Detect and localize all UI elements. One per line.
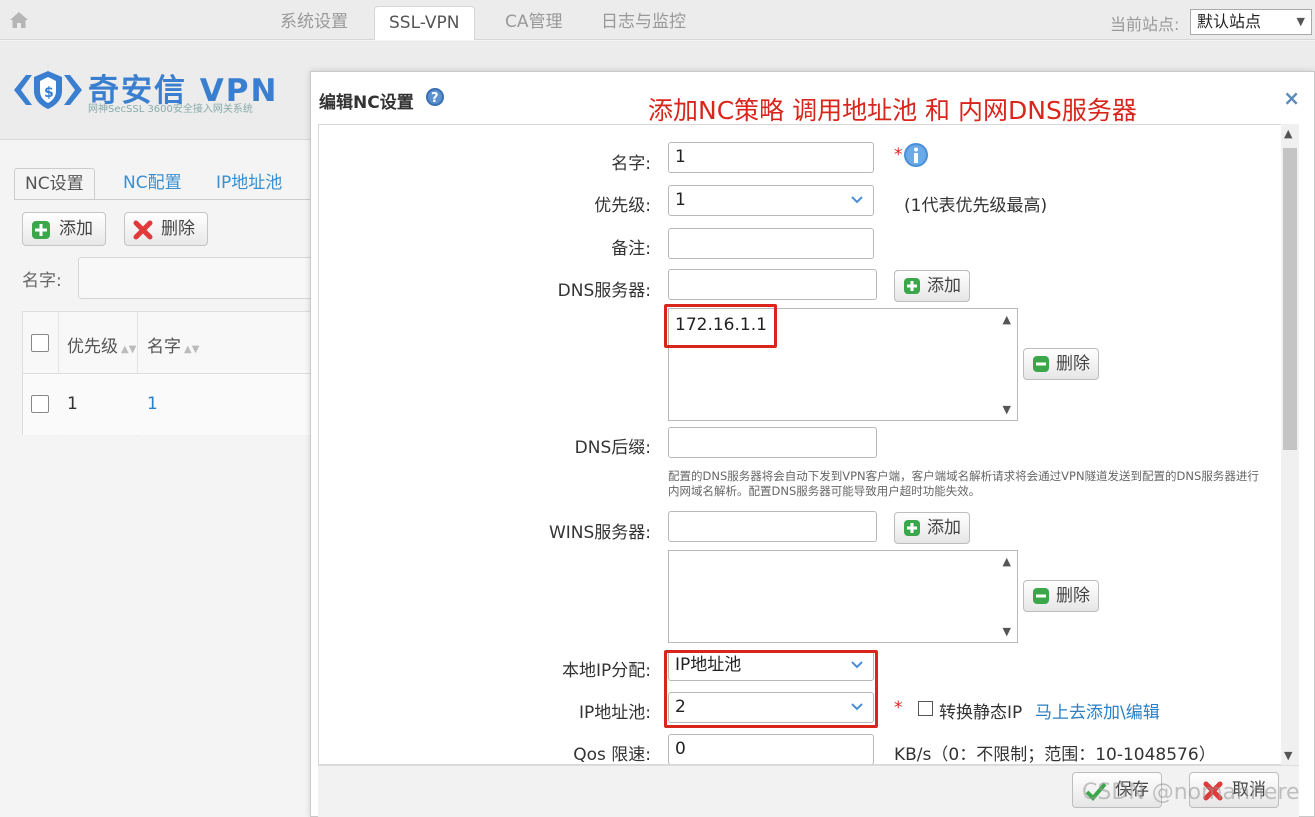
column-priority-label: 优先级 bbox=[67, 337, 118, 357]
tab-nc-config[interactable]: NC配置 bbox=[113, 168, 192, 200]
qos-note: KB/s（0：不限制；范围：10-1048576） bbox=[894, 745, 1216, 765]
tab-system-settings[interactable]: 系统设置 bbox=[266, 6, 362, 40]
required-star: * bbox=[894, 145, 903, 165]
dns-add-button[interactable]: 添加 bbox=[894, 270, 970, 302]
remark-input[interactable] bbox=[668, 228, 874, 259]
sort-icon: ▲▼ bbox=[121, 344, 137, 355]
priority-select-value: 1 bbox=[675, 190, 686, 210]
chevron-down-icon bbox=[851, 196, 863, 204]
edit-nc-dialog: 编辑NC设置 ? 添加NC策略 调用地址池 和 内网DNS服务器 × 名字: 1… bbox=[310, 71, 1315, 817]
wins-server-input[interactable] bbox=[668, 511, 877, 542]
dns-delete-button[interactable]: 删除 bbox=[1023, 348, 1099, 380]
row-checkbox[interactable] bbox=[31, 395, 49, 413]
ip-pool-label: IP地址池: bbox=[579, 703, 651, 723]
scroll-down-icon[interactable]: ▼ bbox=[1003, 625, 1011, 638]
quick-add-link[interactable]: 马上去添加\编辑 bbox=[1035, 698, 1160, 723]
red-annotation: 添加NC策略 调用地址池 和 内网DNS服务器 bbox=[648, 96, 1137, 125]
dialog-scrollbar[interactable]: ▲ ▼ bbox=[1281, 124, 1299, 765]
scroll-up-icon[interactable]: ▲ bbox=[1003, 313, 1011, 326]
wins-delete-button[interactable]: 删除 bbox=[1023, 580, 1099, 612]
priority-select[interactable]: 1 bbox=[668, 185, 874, 216]
minus-icon bbox=[1033, 356, 1049, 372]
dns-suffix-input[interactable] bbox=[668, 427, 877, 458]
wins-delete-label: 删除 bbox=[1056, 586, 1090, 606]
plus-icon bbox=[904, 278, 920, 294]
qos-input[interactable]: 0 bbox=[668, 734, 874, 764]
tab-ssl-vpn[interactable]: SSL-VPN bbox=[374, 6, 475, 40]
delete-button-label: 删除 bbox=[161, 219, 195, 239]
svg-text:?: ? bbox=[431, 91, 439, 106]
nc-table: 优先级 ▲▼ 名字 ▲▼ 1 1 bbox=[22, 311, 314, 436]
name-filter-label: 名字: bbox=[22, 271, 62, 291]
remark-label: 备注: bbox=[611, 239, 651, 259]
scroll-down-icon[interactable]: ▼ bbox=[1284, 749, 1292, 762]
chevron-down-icon: ▼ bbox=[1296, 15, 1305, 28]
scroll-thumb[interactable] bbox=[1283, 148, 1297, 450]
minus-icon bbox=[1033, 588, 1049, 604]
dns-add-label: 添加 bbox=[927, 276, 961, 296]
svg-text:$: $ bbox=[44, 85, 54, 101]
wins-add-label: 添加 bbox=[927, 518, 961, 538]
dns-suffix-label: DNS后缀: bbox=[574, 438, 651, 458]
row-name-link[interactable]: 1 bbox=[147, 394, 158, 414]
dns-server-label: DNS服务器: bbox=[557, 281, 651, 301]
add-button-label: 添加 bbox=[59, 219, 93, 239]
watermark: CSDN @nomanhere bbox=[1082, 780, 1300, 805]
top-nav: 系统设置 SSL-VPN CA管理 日志与监控 当前站点: 默认站点 ▼ bbox=[0, 0, 1315, 40]
logo-shield-icon: $ bbox=[14, 71, 82, 109]
scroll-down-icon[interactable]: ▼ bbox=[1003, 403, 1011, 416]
name-input[interactable]: 1 bbox=[668, 142, 874, 173]
plus-icon bbox=[904, 520, 920, 536]
static-ip-checkbox[interactable] bbox=[918, 701, 933, 716]
home-icon[interactable] bbox=[9, 11, 29, 29]
dialog-body: 名字: 1 * 优先级: 1 (1代表优先级最高) 备注: DNS服务器: 添加… bbox=[318, 124, 1293, 765]
delete-button[interactable]: 删除 bbox=[124, 212, 208, 246]
static-ip-label: 转换静态IP bbox=[939, 703, 1023, 723]
site-select[interactable]: 默认站点 ▼ bbox=[1190, 9, 1312, 35]
tab-divider bbox=[14, 199, 314, 200]
help-icon[interactable]: ? bbox=[425, 87, 445, 107]
wins-add-button[interactable]: 添加 bbox=[894, 512, 970, 544]
priority-label: 优先级: bbox=[594, 196, 651, 216]
table-header: 优先级 ▲▼ 名字 ▲▼ bbox=[23, 312, 313, 374]
plus-icon bbox=[32, 221, 50, 239]
dialog-title: 编辑NC设置 bbox=[319, 93, 414, 113]
site-select-value: 默认站点 bbox=[1197, 12, 1262, 31]
highlight-box-ip bbox=[664, 650, 878, 728]
scroll-up-icon[interactable]: ▲ bbox=[1003, 555, 1011, 568]
dns-server-input[interactable] bbox=[668, 269, 877, 300]
dns-hint-text: 配置的DNS服务器将会自动下发到VPN客户端，客户端域名解析请求将会通过VPN隧… bbox=[668, 469, 1259, 498]
local-ip-label: 本地IP分配: bbox=[562, 661, 651, 681]
required-star: * bbox=[894, 698, 903, 718]
sort-icon: ▲▼ bbox=[184, 344, 200, 355]
column-priority[interactable]: 优先级 ▲▼ bbox=[67, 332, 136, 357]
priority-note: (1代表优先级最高) bbox=[904, 196, 1048, 216]
table-row[interactable]: 1 1 bbox=[23, 374, 313, 435]
qos-label: Qos 限速: bbox=[573, 745, 651, 765]
tab-ca-management[interactable]: CA管理 bbox=[491, 6, 577, 40]
wins-server-list[interactable]: ▲ ▼ bbox=[668, 550, 1018, 643]
close-icon[interactable]: × bbox=[1283, 86, 1300, 110]
tab-log-monitor[interactable]: 日志与监控 bbox=[587, 6, 700, 40]
tab-nc-settings[interactable]: NC设置 bbox=[14, 168, 95, 200]
info-icon[interactable] bbox=[903, 142, 929, 168]
column-name-label: 名字 bbox=[147, 337, 181, 357]
name-filter-input[interactable] bbox=[78, 257, 318, 299]
dns-delete-label: 删除 bbox=[1056, 354, 1090, 374]
logo-subtitle: 网神SecSSL 3600安全接入网关系统 bbox=[88, 104, 253, 115]
scroll-up-icon[interactable]: ▲ bbox=[1284, 127, 1292, 140]
name-label: 名字: bbox=[611, 154, 651, 174]
column-name[interactable]: 名字 ▲▼ bbox=[147, 332, 199, 357]
row-priority: 1 bbox=[67, 394, 78, 414]
current-site-label: 当前站点: bbox=[1110, 15, 1180, 34]
highlight-box-dns bbox=[664, 304, 777, 348]
close-x-icon bbox=[133, 220, 153, 240]
wins-server-label: WINS服务器: bbox=[548, 523, 651, 543]
tab-ip-pool[interactable]: IP地址池 bbox=[206, 168, 292, 200]
select-all-checkbox[interactable] bbox=[31, 334, 49, 352]
add-button[interactable]: 添加 bbox=[22, 212, 106, 246]
